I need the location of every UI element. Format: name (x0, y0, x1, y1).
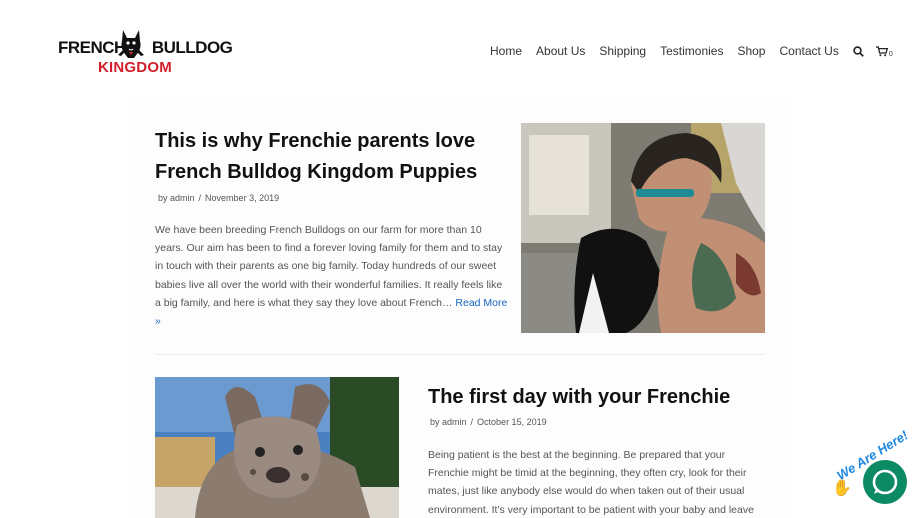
nav-testimonies[interactable]: Testimonies (660, 44, 723, 58)
post-meta: by admin / November 3, 2019 (158, 193, 280, 203)
main-nav: Home About Us Shipping Testimonies Shop … (490, 44, 905, 58)
cart-count: 0 (888, 50, 893, 58)
nav-about-us[interactable]: About Us (536, 44, 585, 58)
cart-icon[interactable]: 0 (875, 45, 893, 58)
post-title[interactable]: This is why Frenchie parents love French… (155, 126, 505, 188)
nav-home[interactable]: Home (490, 44, 522, 58)
nav-shipping[interactable]: Shipping (599, 44, 646, 58)
post-featured-image[interactable] (521, 123, 765, 333)
post-excerpt: Being patient is the best at the beginni… (428, 449, 754, 516)
chat-widget[interactable]: We Are Here! ✋ (826, 427, 920, 518)
post-author[interactable]: by admin (158, 193, 195, 203)
site-logo[interactable]: FRENCH BULLDOG KINGDOM (58, 28, 233, 78)
post-date[interactable]: November 3, 2019 (205, 193, 279, 203)
logo-word-kingdom: KINGDOM (98, 59, 172, 76)
post-excerpt-text: We have been breeding French Bulldogs on… (155, 224, 503, 309)
chat-open-button[interactable] (863, 460, 907, 504)
search-icon[interactable] (853, 45, 864, 57)
logo-word-bulldog: BULLDOG (151, 38, 233, 57)
post-divider (155, 354, 765, 355)
nav-contact-us[interactable]: Contact Us (779, 44, 838, 58)
waving-hand-icon: ✋ (832, 480, 852, 497)
bulldog-logo-icon (118, 30, 144, 58)
post-title-line[interactable]: This is why Frenchie parents love (155, 126, 505, 157)
post-date[interactable]: October 15, 2019 (477, 417, 547, 427)
nav-shop[interactable]: Shop (737, 44, 765, 58)
post-meta: by admin / October 15, 2019 (430, 417, 547, 427)
site-header: FRENCH BULLDOG KINGDOM Home About Us Ship… (0, 0, 920, 98)
post-excerpt: We have been breeding French Bulldogs on… (155, 221, 510, 330)
post-title[interactable]: The first day with your Frenchie (428, 384, 768, 410)
read-more-link[interactable]: Read (455, 297, 480, 309)
post-featured-image[interactable] (155, 377, 399, 518)
post-author[interactable]: by admin (430, 417, 467, 427)
post-title-line[interactable]: French Bulldog Kingdom Puppies (155, 157, 505, 188)
chat-bubble-icon (872, 469, 898, 495)
